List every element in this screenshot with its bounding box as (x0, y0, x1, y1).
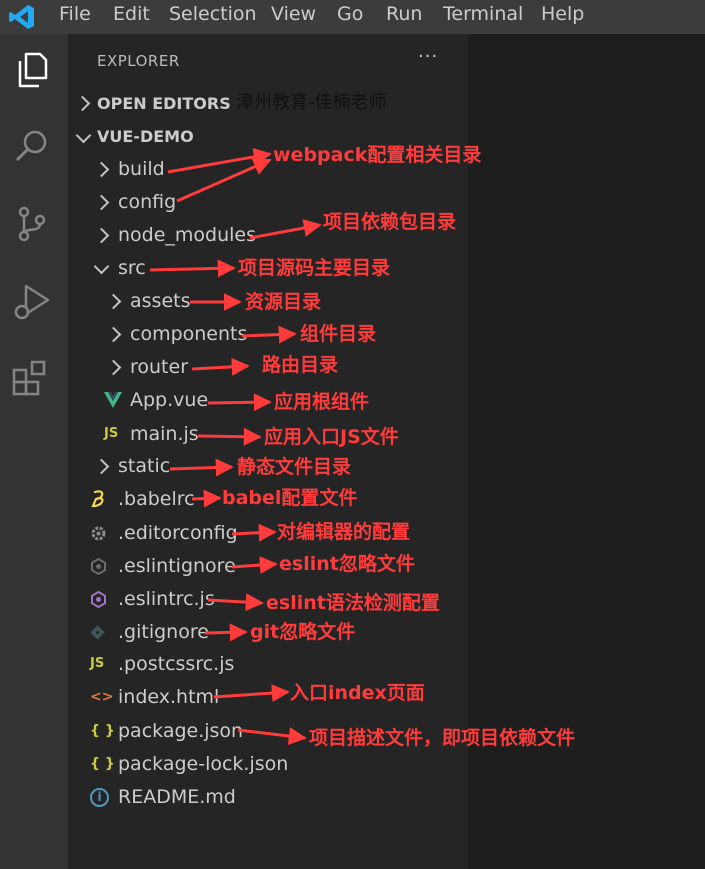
chevron-right-icon[interactable] (74, 95, 91, 112)
gear-icon (91, 526, 106, 541)
annotation-babelrc: babel配置文件 (222, 487, 358, 509)
open-editors-section[interactable]: OPEN EDITORS (97, 94, 231, 114)
annotation-router: 路由目录 (262, 354, 339, 376)
menu-help[interactable]: Help (541, 2, 584, 26)
annotation-assets: 资源目录 (245, 291, 322, 313)
vscode-logo-icon (9, 5, 34, 29)
run-debug-icon[interactable] (10, 280, 54, 324)
menu-selection[interactable]: Selection (169, 2, 257, 26)
js-icon: JS (90, 656, 105, 671)
extensions-icon[interactable] (10, 356, 54, 400)
source-control-icon[interactable] (10, 202, 54, 246)
js-icon: JS (104, 426, 119, 441)
annotation-app-vue: 应用根组件 (274, 391, 370, 413)
json-icon: { } (90, 723, 115, 739)
search-icon[interactable] (10, 124, 54, 168)
annotation-index-html: 入口index页面 (290, 682, 425, 704)
explorer-title: EXPLORER (97, 52, 180, 70)
more-actions-button[interactable]: ··· (418, 46, 438, 67)
project-root-folder[interactable]: VUE-DEMO (97, 127, 194, 147)
menu-terminal[interactable]: Terminal (443, 2, 523, 26)
menu-view[interactable]: View (271, 2, 316, 26)
chevron-down-icon[interactable] (75, 127, 92, 144)
menu-run[interactable]: Run (386, 2, 422, 26)
annotation-static: 静态文件目录 (237, 456, 352, 478)
annotation-editorconfig: 对编辑器的配置 (277, 521, 411, 543)
vue-icon (104, 392, 122, 408)
annotation-eslintignore: eslint忽略文件 (279, 553, 415, 575)
html-icon: <> (90, 689, 114, 705)
annotation-components: 组件目录 (300, 323, 377, 345)
activity-bar (0, 34, 68, 869)
menu-go[interactable]: Go (337, 2, 363, 26)
annotation-src: 项目源码主要目录 (238, 257, 391, 279)
annotation-build-config: webpack配置相关目录 (273, 144, 482, 166)
menu-bar: File Edit Selection View Go Run Terminal… (0, 0, 705, 34)
babel-icon (91, 490, 104, 508)
git-icon (90, 625, 105, 640)
eslint-icon (91, 591, 106, 608)
explorer-icon[interactable] (10, 48, 54, 92)
eslint-ignore-icon (91, 558, 106, 575)
json-icon: { } (90, 756, 115, 772)
annotation-node-modules: 项目依赖包目录 (323, 211, 457, 233)
annotation-main-js: 应用入口JS文件 (264, 426, 399, 448)
watermark-text: 漳州教育-佳楠老师 (236, 92, 387, 113)
info-icon: i (90, 788, 109, 807)
annotation-eslintrc: eslint语法检测配置 (266, 592, 440, 614)
annotation-package-json: 项目描述文件，即项目依赖文件 (309, 727, 576, 749)
annotation-gitignore: git忽略文件 (250, 621, 356, 643)
menu-file[interactable]: File (59, 2, 91, 26)
menu-edit[interactable]: Edit (113, 2, 150, 26)
